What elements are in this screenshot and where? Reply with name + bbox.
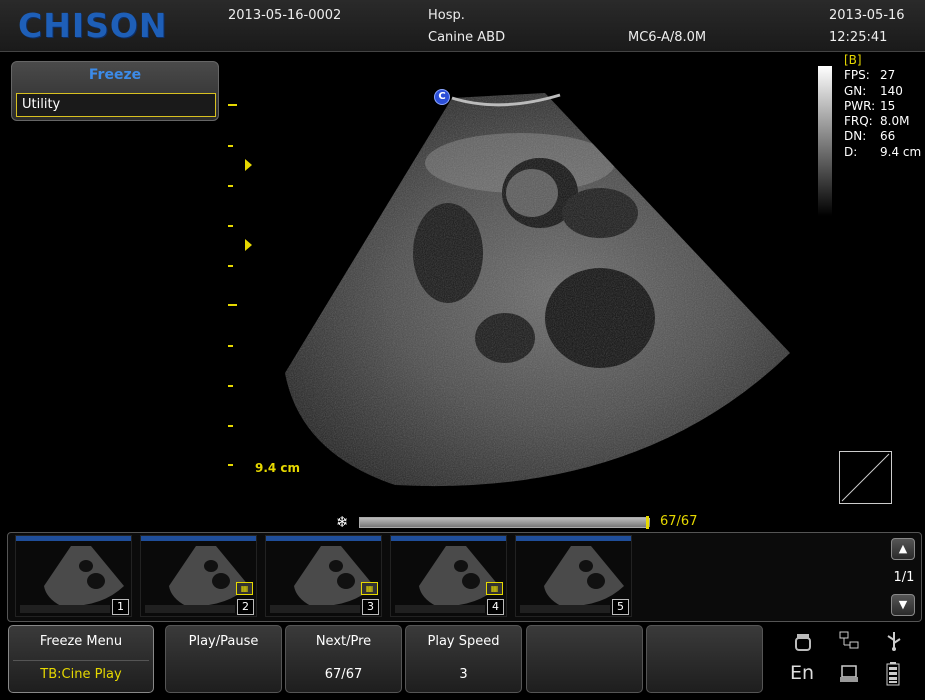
depth-tick <box>228 345 233 347</box>
cine-thumbnail[interactable]: 5 <box>515 535 632 617</box>
body-mark-box[interactable] <box>839 451 892 504</box>
softkey-value: 3 <box>459 667 468 682</box>
param-row: FRQ: 8.0M <box>844 114 910 129</box>
cine-thumbnail[interactable]: ▦ 3 <box>265 535 382 617</box>
depth-tick <box>228 225 233 227</box>
softkey-value: 67/67 <box>324 667 363 682</box>
focus-marker[interactable] <box>245 239 252 251</box>
softkey-empty-5[interactable] <box>526 625 643 693</box>
cine-progress-bar[interactable] <box>359 516 650 529</box>
ultrasound-image-area[interactable] <box>0 53 925 531</box>
depth-tick <box>228 185 233 187</box>
depth-tick <box>228 104 237 106</box>
thumbnail-footer <box>270 605 360 613</box>
network-icon <box>839 631 859 649</box>
cine-progress-fill <box>360 518 650 527</box>
cine-thumbnail[interactable]: ▦ 4 <box>390 535 507 617</box>
softkey-play-pause[interactable]: Play/Pause <box>165 625 282 693</box>
ultrasound-sector-image <box>285 93 790 487</box>
mode-label: [B] <box>844 53 862 67</box>
thumbnail-number: 4 <box>487 599 504 615</box>
saved-icon: ▦ <box>361 582 378 595</box>
softkey-next-pre[interactable]: Next/Pre 67/67 <box>285 625 402 693</box>
patient-id: 2013-05-16-0002 <box>228 8 342 23</box>
softkey-label: Freeze Menu <box>39 634 123 649</box>
printer-icon <box>840 665 858 682</box>
strip-page-number: 1/1 <box>893 570 915 585</box>
param-row: D: 9.4 cm <box>844 144 922 159</box>
orientation-marker: C <box>434 89 450 105</box>
time: 12:25:41 <box>829 30 888 45</box>
cine-thumbnail[interactable]: ▦ 2 <box>140 535 257 617</box>
thumbnail-number: 3 <box>362 599 379 615</box>
depth-tick <box>228 425 233 427</box>
brand-logo: CHISON <box>18 6 168 45</box>
depth-label: 9.4 cm <box>255 461 301 475</box>
body-mark-icon <box>841 453 890 502</box>
thumbnail-footer <box>520 605 610 613</box>
softkey-label: Next/Pre <box>315 634 372 649</box>
menu-title: Freeze <box>88 67 142 83</box>
hospital-name: Hosp. <box>428 8 465 23</box>
thumbnail-number: 1 <box>112 599 129 615</box>
menu-item-utility[interactable]: Utility <box>16 93 216 117</box>
depth-tick <box>228 145 233 147</box>
usb-icon <box>887 632 901 651</box>
param-row: PWR: 15 <box>844 98 896 113</box>
focus-marker[interactable] <box>245 159 252 171</box>
thumbnail-number: 2 <box>237 599 254 615</box>
thumbnail-footer <box>395 605 485 613</box>
date: 2013-05-16 <box>829 8 905 23</box>
strip-up-button[interactable]: ▲ <box>891 538 915 560</box>
param-row: FPS: 27 <box>844 68 896 83</box>
battery-icon <box>886 662 900 686</box>
param-row: GN: 140 <box>844 83 903 98</box>
softkey-divider <box>13 660 149 661</box>
language-indicator[interactable]: En <box>790 662 814 684</box>
snowflake-icon: ❄ <box>336 513 349 531</box>
depth-tick <box>228 265 233 267</box>
cine-frame-counter: 67/67 <box>660 514 698 529</box>
header-bar: CHISON 2013-05-16-0002 Hosp. Canine ABD … <box>0 0 925 52</box>
imaging-parameters: [B] FPS: 27 GN: 140 PWR: 15 FRQ: 8.0M DN: 66 … <box>844 53 921 160</box>
saved-icon: ▦ <box>236 582 253 595</box>
thumbnail-number: 5 <box>612 599 629 615</box>
grayscale-bar <box>818 66 832 216</box>
softkey-label: Play/Pause <box>188 634 259 649</box>
softkey-value: TB:Cine Play <box>40 667 122 682</box>
cine-thumbnail[interactable]: 1 <box>15 535 132 617</box>
exam-type: Canine ABD <box>428 30 506 45</box>
cine-cursor[interactable] <box>646 516 649 529</box>
depth-tick <box>228 304 237 306</box>
probe-info: MC6-A/8.0M <box>628 30 707 45</box>
depth-tick <box>228 385 233 387</box>
param-row: DN: 66 <box>844 129 896 144</box>
softkey-freeze-menu[interactable]: Freeze Menu TB:Cine Play <box>8 625 154 693</box>
softkey-label: Play Speed <box>427 634 500 649</box>
freeze-menu-panel: Freeze Utility <box>11 61 219 121</box>
thumbnail-footer <box>145 605 235 613</box>
probe-icon <box>795 634 811 651</box>
softkey-play-speed[interactable]: Play Speed 3 <box>405 625 522 693</box>
softkey-empty-6[interactable] <box>646 625 763 693</box>
saved-icon: ▦ <box>486 582 503 595</box>
depth-tick <box>228 464 233 466</box>
thumbnail-footer <box>20 605 110 613</box>
strip-down-button[interactable]: ▼ <box>891 594 915 616</box>
